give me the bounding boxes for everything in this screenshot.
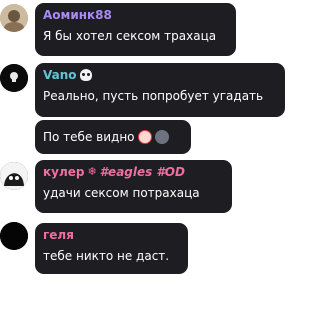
user-avatar-image xyxy=(0,4,28,32)
message-text: удачи сексом потрахаца xyxy=(43,186,200,200)
message-text: тебе никто не даст. xyxy=(43,249,170,263)
snowflake-icon: ❄ xyxy=(87,165,97,178)
avatar[interactable] xyxy=(0,222,28,250)
user-avatar-image xyxy=(0,222,28,250)
message-author-row: кулер ❄ #eagles #OD xyxy=(43,164,224,180)
message-text-row: По тебе видно xyxy=(43,126,183,148)
ball-emoji-icon xyxy=(154,130,169,144)
message-author[interactable]: геля xyxy=(43,227,180,243)
message-author-tag: #eagles #OD xyxy=(99,165,185,179)
message-bubble[interactable]: кулер ❄ #eagles #OD удачи сексом потраха… xyxy=(35,160,232,213)
message-author[interactable]: Аоминк88 xyxy=(43,7,228,23)
avatar[interactable] xyxy=(0,162,28,190)
avatar[interactable] xyxy=(0,64,28,92)
user-avatar-image xyxy=(0,162,28,190)
skull-icon xyxy=(79,69,92,81)
message-text: Я бы хотел сексом трахаца xyxy=(43,29,217,43)
avatar[interactable] xyxy=(0,4,28,32)
message-bubble[interactable]: По тебе видно xyxy=(35,120,191,154)
message-text: Реально, пусть попробует угадать xyxy=(43,89,264,103)
message-text: По тебе видно xyxy=(43,130,135,144)
message-bubble[interactable]: Аоминк88 Я бы хотел сексом трахаца xyxy=(35,3,236,56)
message-bubble[interactable]: Vano Реально, пусть попробует угадать xyxy=(35,63,285,117)
clown-emoji-icon xyxy=(137,130,152,144)
message-author[interactable]: Vano xyxy=(43,67,77,83)
chat-thread: Аоминк88 Я бы хотел сексом трахаца Vano … xyxy=(0,0,291,320)
message-author[interactable]: кулер xyxy=(43,164,84,180)
user-avatar-image xyxy=(0,64,28,92)
message-bubble[interactable]: геля тебе никто не даст. xyxy=(35,223,188,274)
message-author-row: Vano xyxy=(43,67,277,83)
